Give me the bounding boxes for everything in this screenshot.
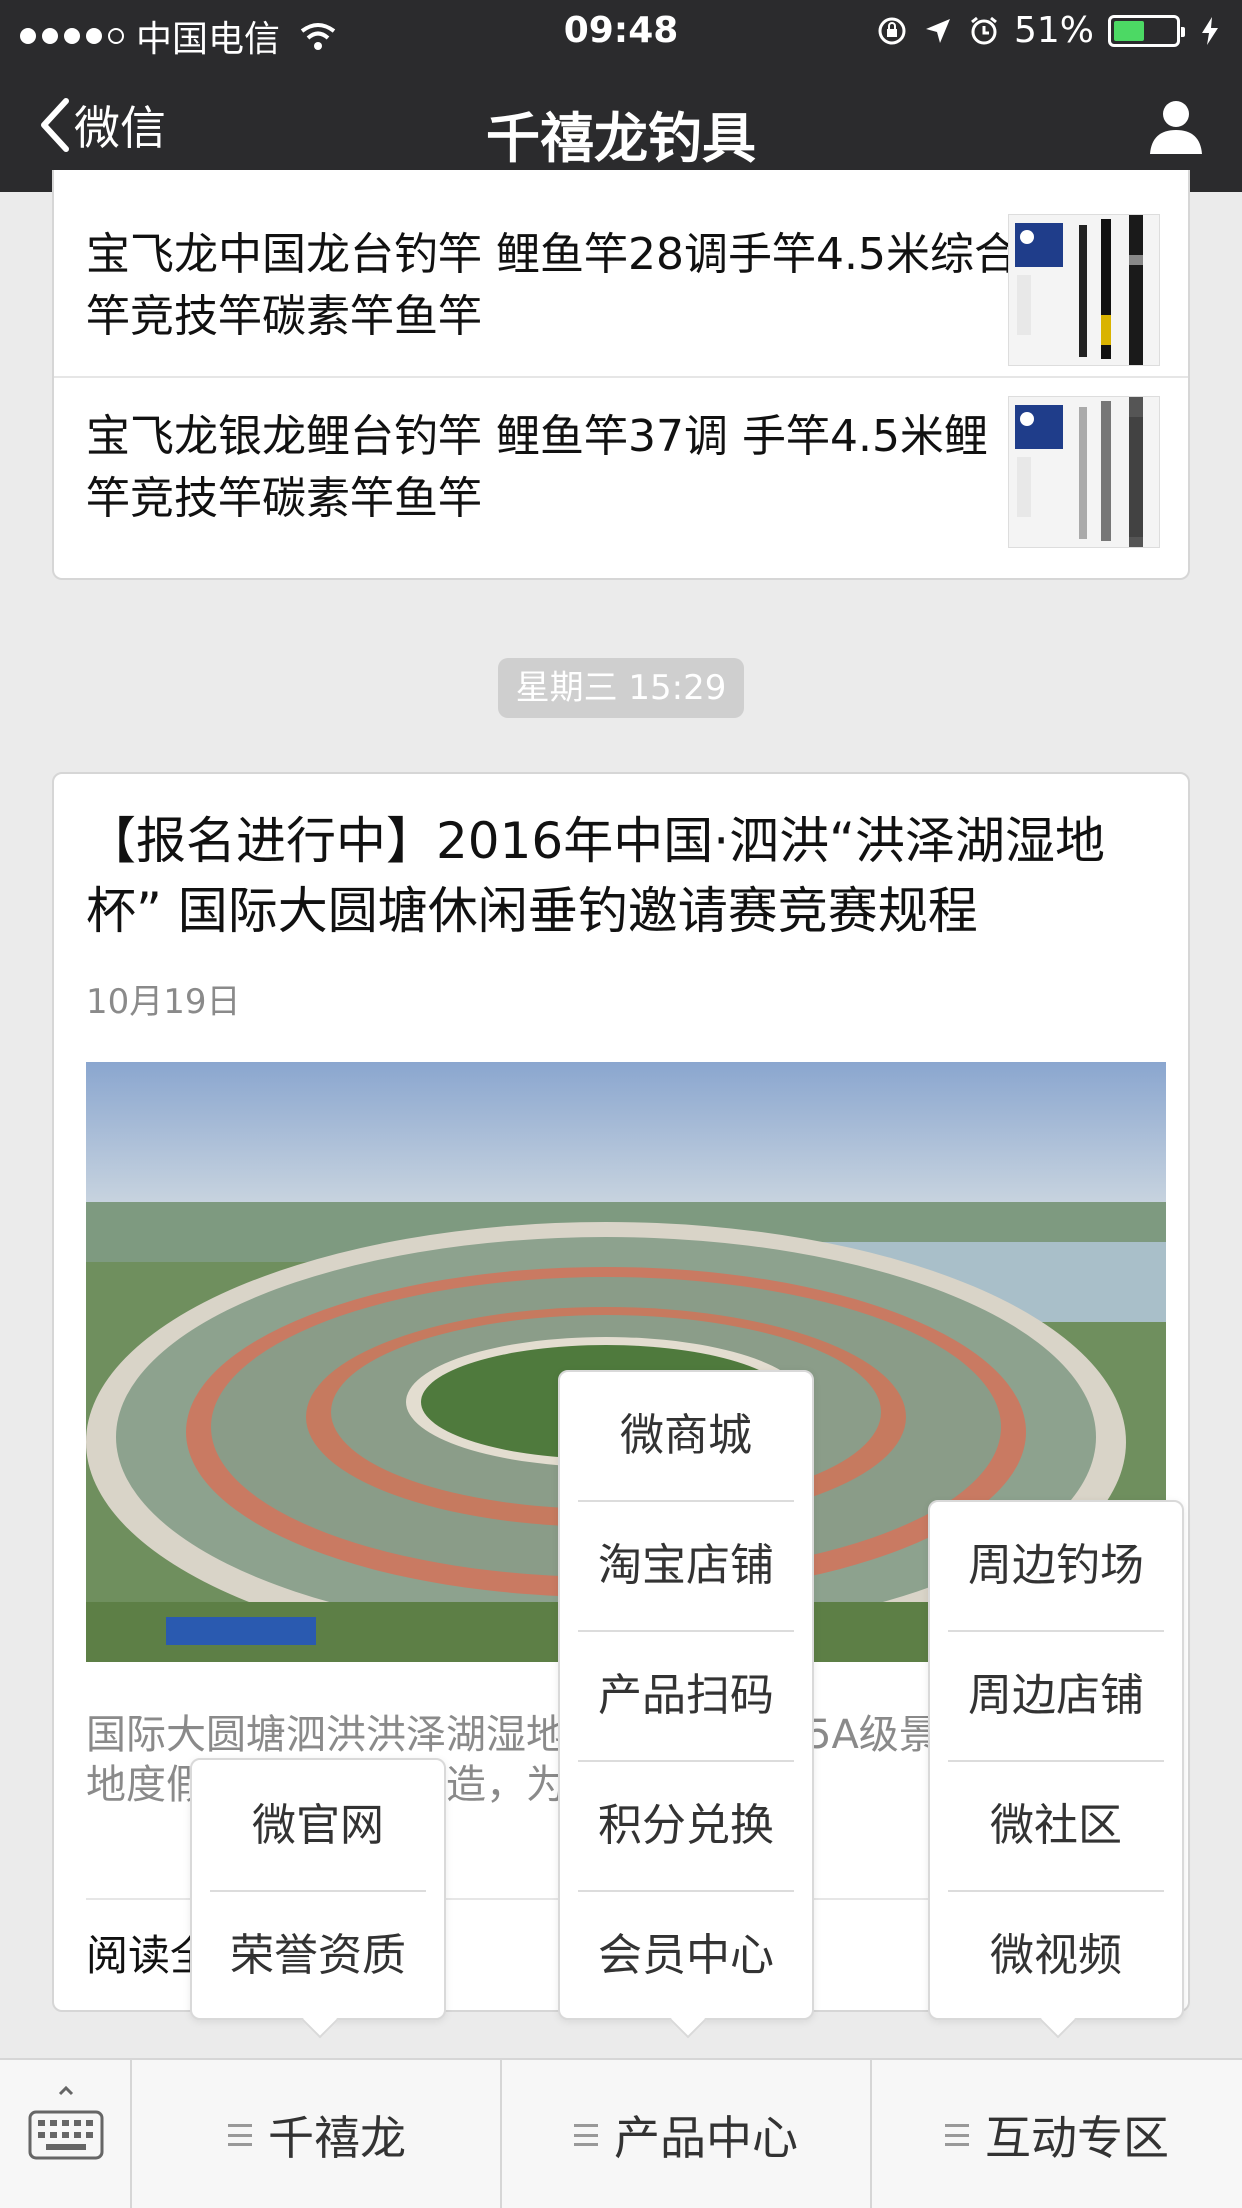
battery-percent: 51%	[1013, 10, 1094, 51]
menu-item-points-redeem[interactable]: 积分兑换	[578, 1762, 794, 1890]
bottom-menu-bar: 千禧龙 产品中心 互动专区	[0, 2058, 1242, 2208]
article-list-item[interactable]: 宝飞龙中国龙台钓竿 鲤鱼竿28调手竿4.5米综合竿竞技竿碳素竿鱼竿	[54, 194, 1188, 378]
article-title: 宝飞龙中国龙台钓竿 鲤鱼竿28调手竿4.5米综合竿竞技竿碳素竿鱼竿	[86, 229, 1018, 342]
menu-tab-label: 互动专区	[985, 2111, 1169, 2165]
battery-icon	[1108, 14, 1185, 47]
article-list-card: 宝飞龙中国龙台钓竿 鲤鱼竿28调手竿4.5米综合竿竞技竿碳素竿鱼竿 宝飞龙银龙鲤…	[52, 170, 1190, 580]
menu-tab-brand[interactable]: 千禧龙	[134, 2060, 502, 2208]
article-date: 10月19日	[86, 982, 241, 1022]
menu-item-official-site[interactable]: 微官网	[210, 1762, 426, 1890]
interactive-submenu: 周边钓场 周边店铺 微社区 微视频	[928, 1500, 1184, 2039]
menu-tab-products[interactable]: 产品中心	[502, 2060, 872, 2208]
battery-fill	[1114, 20, 1144, 41]
menu-lines-icon	[945, 2124, 969, 2146]
products-submenu: 微商城 淘宝店铺 产品扫码 积分兑换 会员中心	[558, 1370, 814, 2039]
product-thumbnail	[1008, 396, 1160, 548]
brand-submenu: 微官网 荣誉资质	[190, 1758, 446, 2039]
menu-item-micro-mall[interactable]: 微商城	[578, 1372, 794, 1500]
menu-item-micro-video[interactable]: 微视频	[948, 1892, 1164, 2020]
menu-item-product-scan[interactable]: 产品扫码	[578, 1632, 794, 1760]
menu-tab-interactive[interactable]: 互动专区	[872, 2060, 1242, 2208]
menu-item-community[interactable]: 微社区	[948, 1762, 1164, 1890]
rotation-lock-icon	[878, 17, 906, 44]
menu-item-taobao-store[interactable]: 淘宝店铺	[578, 1502, 794, 1630]
menu-item-nearby-stores[interactable]: 周边店铺	[948, 1632, 1164, 1760]
fishing-rod-image	[1009, 215, 1159, 365]
product-thumbnail	[1008, 214, 1160, 366]
message-timestamp: 星期三 15:29	[498, 658, 744, 718]
menu-item-nearby-fishing-spots[interactable]: 周边钓场	[948, 1502, 1164, 1630]
page-title: 千禧龙钓具	[486, 107, 756, 170]
menu-tab-label: 千禧龙	[268, 2111, 406, 2165]
menu-lines-icon	[574, 2124, 598, 2146]
menu-lines-icon	[228, 2124, 252, 2146]
charging-bolt-icon	[1202, 16, 1218, 45]
profile-icon[interactable]	[1146, 96, 1206, 156]
status-bar: 中国电信 09:48 51%	[0, 0, 1242, 60]
article-list-item[interactable]: 宝飞龙银龙鲤台钓竿 鲤鱼竿37调 手竿4.5米鲤竿竞技竿碳素竿鱼竿	[54, 376, 1188, 560]
menu-item-honors[interactable]: 荣誉资质	[210, 1892, 426, 2020]
keyboard-toggle-button[interactable]	[0, 2060, 132, 2208]
alarm-icon	[971, 16, 997, 44]
fishing-rod-image	[1009, 397, 1159, 547]
article-title: 宝飞龙银龙鲤台钓竿 鲤鱼竿37调 手竿4.5米鲤竿竞技竿碳素竿鱼竿	[86, 411, 988, 524]
status-icons: 51%	[876, 10, 1226, 51]
menu-tab-label: 产品中心	[614, 2111, 798, 2165]
keyboard-icon	[28, 2085, 104, 2160]
location-arrow-icon	[925, 18, 950, 43]
menu-item-member-center[interactable]: 会员中心	[578, 1892, 794, 2020]
article-headline: 【报名进行中】2016年中国·泗洪“洪泽湖湿地杯” 国际大圆塘休闲垂钓邀请赛竞赛…	[86, 812, 1106, 940]
